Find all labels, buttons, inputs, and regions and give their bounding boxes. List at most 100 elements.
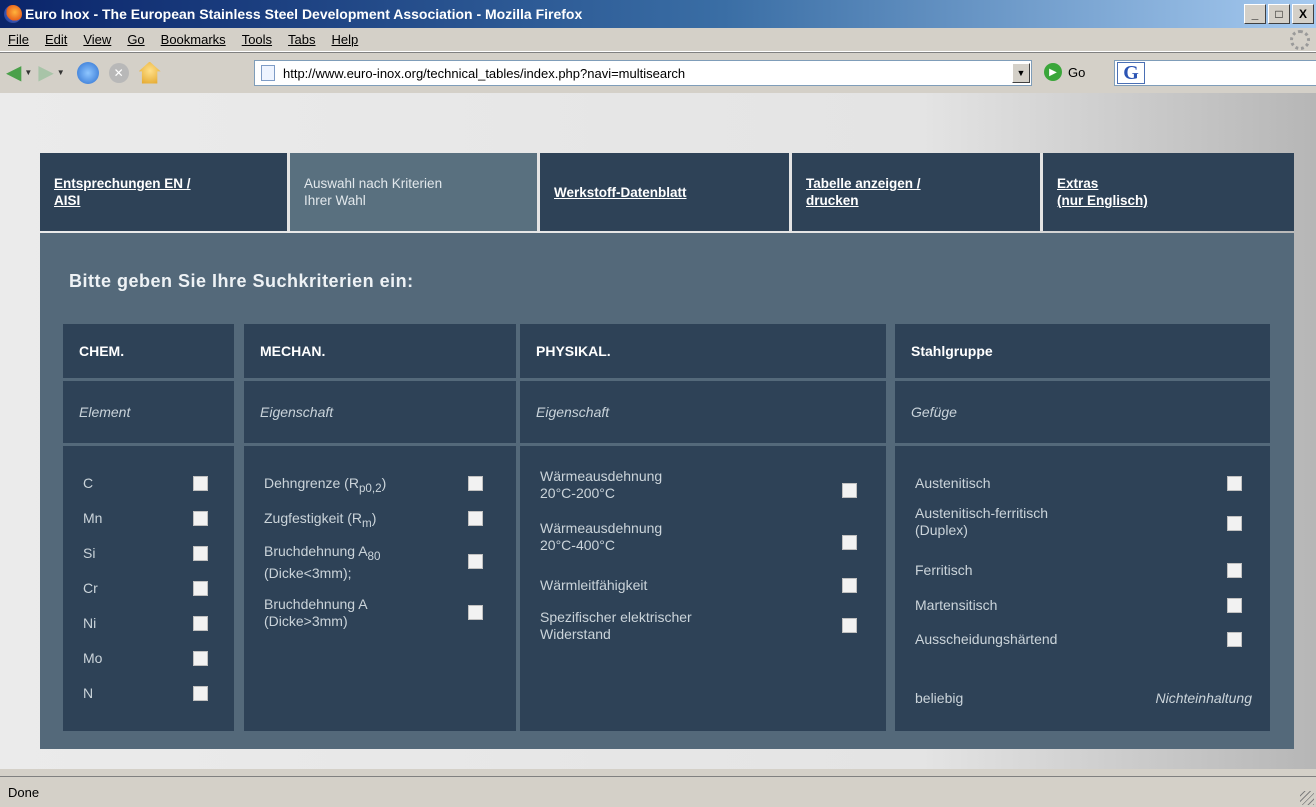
- elektrischer-widerstand-label: Spezifischer elektrischer Widerstand: [540, 609, 692, 642]
- tab-auswahl-line2: Ihrer Wahl: [304, 193, 366, 208]
- google-search-icon[interactable]: G: [1117, 62, 1145, 84]
- go-arrow-icon: ▶: [1044, 63, 1062, 81]
- home-icon[interactable]: [138, 61, 161, 84]
- menu-bar: File Edit View Go Bookmarks Tools Tabs H…: [0, 28, 1316, 52]
- menu-tabs[interactable]: Tabs: [280, 32, 323, 47]
- element-mo-label: Mo: [83, 650, 103, 666]
- menu-view[interactable]: View: [75, 32, 119, 47]
- column-stahlgruppe-body: Austenitisch Austenitisch-ferritisch (Dup…: [895, 446, 1270, 731]
- page-icon: [261, 65, 275, 81]
- elektrischer-widerstand-checkbox[interactable]: [842, 618, 857, 633]
- stop-icon[interactable]: ✕: [108, 62, 129, 83]
- throbber-icon: [1290, 30, 1310, 50]
- element-ni-checkbox[interactable]: [193, 616, 208, 631]
- tab-entsprechungen-line1[interactable]: Entsprechungen EN /: [54, 176, 191, 191]
- resize-grip-icon[interactable]: [1300, 791, 1314, 805]
- waermeausdehnung-400-label: Wärmeausdehnung 20°C-400°C: [540, 520, 663, 553]
- menu-go[interactable]: Go: [119, 32, 152, 47]
- navigation-toolbar: ◀ ▼ ▶ ▼ ✕ http://www.euro-inox.org/technic…: [0, 52, 1316, 92]
- tab-auswahl-line1: Auswahl nach Kriterien: [304, 176, 443, 191]
- tab-entsprechungen-line2[interactable]: AISI: [54, 193, 80, 208]
- url-bar[interactable]: http://www.euro-inox.org/technical_table…: [254, 60, 1032, 86]
- url-dropdown-button[interactable]: ▼: [1012, 63, 1030, 83]
- tab-auswahl-nach-kriterien[interactable]: Auswahl nach Kriterien Ihrer Wahl: [290, 153, 540, 231]
- menu-tools[interactable]: Tools: [234, 32, 280, 47]
- column-chem: CHEM. Element C Mn Si Cr Ni Mo N: [63, 324, 234, 807]
- element-mn-checkbox[interactable]: [193, 511, 208, 526]
- page-content: Entsprechungen EN / AISI Auswahl nach Kri…: [0, 93, 1316, 769]
- nichteinhaltung-option[interactable]: Nichteinhaltung: [1155, 690, 1252, 707]
- tab-tabelle-line1[interactable]: Tabelle anzeigen /: [806, 176, 921, 191]
- menu-bookmarks[interactable]: Bookmarks: [153, 32, 234, 47]
- search-criteria-panel: Bitte geben Sie Ihre Suchkriterien ein: …: [40, 233, 1294, 749]
- tab-extras-line2[interactable]: (nur Englisch): [1057, 193, 1148, 208]
- tab-werkstoff-label[interactable]: Werkstoff-Datenblatt: [554, 184, 687, 201]
- column-stahlgruppe-header: Stahlgruppe: [895, 324, 1270, 378]
- minimize-button[interactable]: _: [1244, 4, 1266, 24]
- waermleitfaehigkeit-checkbox[interactable]: [842, 578, 857, 593]
- go-label: Go: [1068, 64, 1086, 80]
- ferritisch-checkbox[interactable]: [1227, 563, 1242, 578]
- austenitisch-checkbox[interactable]: [1227, 476, 1242, 491]
- back-dropdown-icon[interactable]: ▼: [24, 68, 32, 77]
- status-bar: Done: [0, 776, 1316, 807]
- navigation-tabs: Entsprechungen EN / AISI Auswahl nach Kri…: [40, 153, 1294, 231]
- bruchdehnung-a-checkbox[interactable]: [468, 605, 483, 620]
- waermleitfaehigkeit-label: Wärmleitfähigkeit: [540, 577, 648, 593]
- bruchdehnung-a-label: Bruchdehnung A (Dicke>3mm): [264, 596, 368, 629]
- close-button[interactable]: X: [1292, 4, 1314, 24]
- url-text[interactable]: http://www.euro-inox.org/technical_table…: [283, 66, 685, 81]
- column-physikal: PHYSIKAL. Eigenschaft Wärmeausdehnung 20°…: [520, 324, 886, 807]
- beliebig-option[interactable]: beliebig: [915, 690, 963, 707]
- martensitisch-checkbox[interactable]: [1227, 598, 1242, 613]
- maximize-button[interactable]: □: [1268, 4, 1290, 24]
- element-si-label: Si: [83, 545, 96, 561]
- menu-edit[interactable]: Edit: [37, 32, 75, 47]
- bruchdehnung-a80-checkbox[interactable]: [468, 554, 483, 569]
- forward-dropdown-icon[interactable]: ▼: [57, 68, 65, 77]
- tab-tabelle-anzeigen[interactable]: Tabelle anzeigen / drucken: [792, 153, 1043, 231]
- element-c-checkbox[interactable]: [193, 476, 208, 491]
- duplex-checkbox[interactable]: [1227, 516, 1242, 531]
- element-n-checkbox[interactable]: [193, 686, 208, 701]
- column-physikal-body: Wärmeausdehnung 20°C-200°C Wärmeausdehnun…: [520, 446, 886, 731]
- menu-file[interactable]: File: [0, 32, 37, 47]
- status-text: Done: [8, 784, 40, 800]
- column-stahlgruppe: Stahlgruppe Gefüge Austenitisch Austenit…: [895, 324, 1270, 807]
- column-mechan-subheader: Eigenschaft: [244, 381, 516, 443]
- element-mn-label: Mn: [83, 510, 103, 526]
- element-cr-checkbox[interactable]: [193, 581, 208, 596]
- firefox-icon: [4, 5, 22, 23]
- window-title: Euro Inox - The European Stainless Steel…: [25, 6, 583, 22]
- go-button[interactable]: ▶ Go: [1044, 63, 1085, 81]
- dehngrenze-checkbox[interactable]: [468, 476, 483, 491]
- element-cr-label: Cr: [83, 580, 98, 596]
- search-prompt: Bitte geben Sie Ihre Suchkriterien ein:: [69, 271, 414, 291]
- element-si-checkbox[interactable]: [193, 546, 208, 561]
- menu-help[interactable]: Help: [324, 32, 367, 47]
- tab-werkstoff-datenblatt[interactable]: Werkstoff-Datenblatt: [540, 153, 792, 231]
- element-c-label: C: [83, 475, 94, 491]
- ausscheidungshaertend-label: Ausscheidungshärtend: [915, 631, 1058, 647]
- forward-button[interactable]: ▶ ▼: [38, 63, 64, 83]
- tab-entsprechungen[interactable]: Entsprechungen EN / AISI: [40, 153, 290, 231]
- zugfestigkeit-label: Zugfestigkeit (Rm): [264, 510, 377, 530]
- column-physikal-subheader: Eigenschaft: [520, 381, 886, 443]
- ausscheidungshaertend-checkbox[interactable]: [1227, 632, 1242, 647]
- element-ni-label: Ni: [83, 615, 97, 631]
- ferritisch-label: Ferritisch: [915, 562, 973, 578]
- back-button[interactable]: ◀ ▼: [6, 63, 32, 83]
- waermeausdehnung-400-checkbox[interactable]: [842, 535, 857, 550]
- waermeausdehnung-200-checkbox[interactable]: [842, 483, 857, 498]
- reload-icon[interactable]: [76, 61, 99, 84]
- window-title-bar: Euro Inox - The European Stainless Steel…: [0, 0, 1316, 28]
- tab-tabelle-line2[interactable]: drucken: [806, 193, 859, 208]
- element-mo-checkbox[interactable]: [193, 651, 208, 666]
- tab-extras[interactable]: Extras (nur Englisch): [1043, 153, 1294, 231]
- austenitisch-label: Austenitisch: [915, 475, 991, 491]
- search-box[interactable]: G: [1114, 60, 1316, 86]
- zugfestigkeit-checkbox[interactable]: [468, 511, 483, 526]
- back-arrow-icon: ◀: [6, 61, 22, 84]
- forward-arrow-icon: ▶: [38, 61, 54, 84]
- tab-extras-line1[interactable]: Extras: [1057, 176, 1098, 191]
